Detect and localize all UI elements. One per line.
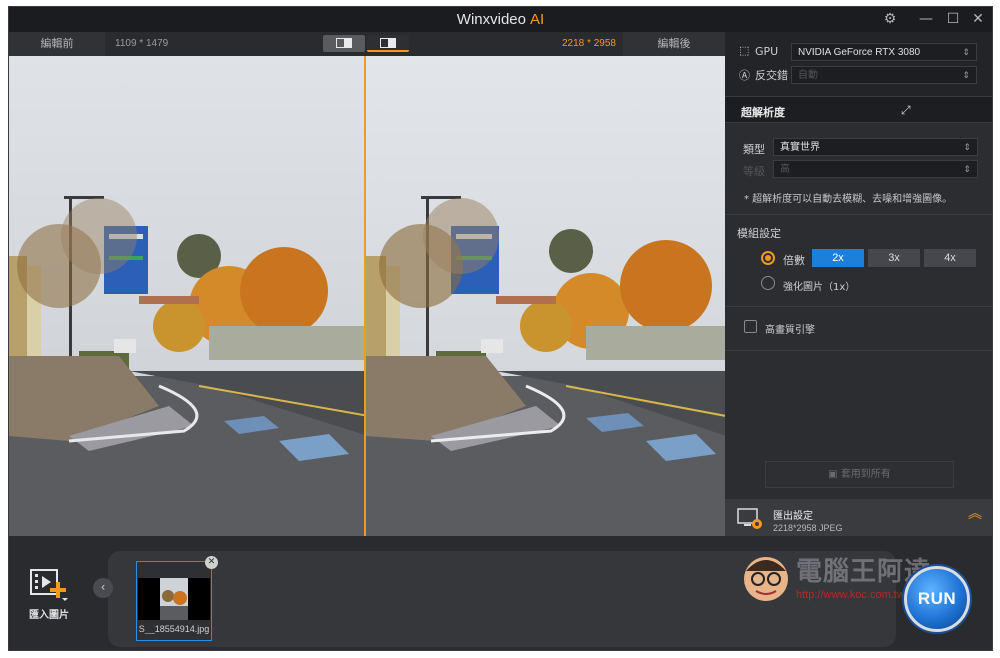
chevron-updown-icon: ⇕	[962, 47, 970, 57]
import-image-label: 匯入圖片	[29, 610, 69, 621]
double-chevron-up-icon[interactable]: ︽	[968, 507, 982, 521]
title-bar: Winxvideo AI ⚙ — ☐ ✕	[9, 7, 992, 32]
app-title-accent: AI	[530, 11, 545, 28]
type-select-value: 真實世界	[780, 142, 820, 153]
chevron-updown-icon: ⇕	[963, 164, 971, 174]
divider	[725, 214, 992, 215]
level-select-value: 高	[780, 164, 790, 175]
before-label: 編輯前	[9, 32, 105, 56]
gpu-select[interactable]: NVIDIA GeForce RTX 3080 ⇕	[791, 43, 977, 61]
apply-to-all-button[interactable]: ▣ 套用到所有	[765, 461, 954, 488]
minimize-icon[interactable]: —	[915, 10, 937, 28]
divider	[725, 306, 992, 307]
level-label: 等級	[743, 165, 765, 178]
resize-icon[interactable]: ⤢	[901, 103, 911, 118]
run-label: RUN	[917, 589, 957, 608]
thumbnail-scene	[138, 578, 210, 620]
scale-3x-button[interactable]: 3x	[868, 249, 920, 267]
chip-icon: ⬚	[739, 44, 750, 57]
enhance-label: 強化圖片（1x）	[783, 282, 856, 293]
gpu-section: ⬚ GPU NVIDIA GeForce RTX 3080 ⇕ Ⓐ 反交錯 自動…	[725, 32, 992, 96]
deinterlace-select-value: 自動	[798, 70, 818, 81]
thumbnail-filename: S__18554914.jpg	[138, 624, 210, 634]
before-resolution: 1109 * 1479	[115, 38, 169, 49]
split-view-button[interactable]	[323, 35, 365, 52]
import-image-button[interactable]: 匯入圖片	[21, 566, 77, 621]
scale-label: 倍數	[783, 254, 805, 267]
remove-thumbnail-icon[interactable]: ✕	[205, 556, 218, 569]
deinterlace-select[interactable]: 自動 ⇕	[791, 66, 977, 84]
hq-engine-label: 高畫質引擎	[765, 325, 815, 336]
preview-area	[9, 56, 725, 536]
deinterlace-icon: Ⓐ	[739, 69, 750, 82]
level-select[interactable]: 高 ⇕	[773, 160, 978, 178]
run-button[interactable]: RUN	[904, 566, 970, 632]
copy-icon: ▣	[828, 469, 841, 480]
hq-engine-checkbox[interactable]	[744, 320, 757, 333]
super-resolution-note: * 超解析度可以自動去模糊、去噪和增強圖像。	[744, 194, 953, 205]
chevron-left-icon[interactable]: ‹	[93, 578, 113, 598]
gear-icon[interactable]: ⚙	[879, 10, 901, 28]
type-label: 類型	[743, 143, 765, 156]
apply-to-all-label: 套用到所有	[840, 469, 891, 480]
export-settings-title: 匯出設定	[773, 511, 813, 522]
scale-4x-button[interactable]: 4x	[924, 249, 976, 267]
type-select[interactable]: 真實世界 ⇕	[773, 138, 978, 156]
watermark-url: http://www.koc.com.tw	[796, 589, 905, 601]
scale-2x-button[interactable]: 2x	[812, 249, 864, 267]
mascot-logo	[744, 557, 788, 601]
thumbnail-item[interactable]: S__18554914.jpg ✕	[136, 556, 218, 641]
thumbnail-image	[138, 578, 210, 620]
export-settings-icon	[737, 508, 762, 529]
compare-bar: 編輯前 1109 * 1479 2218 * 2958 編輯後	[9, 32, 725, 56]
app-title: Winxvideo AI	[9, 11, 992, 28]
scale-radio[interactable]	[761, 251, 775, 265]
super-resolution-header: 超解析度 ⤢	[725, 96, 992, 123]
close-icon[interactable]: ✕	[967, 10, 989, 28]
street-scene-before	[9, 56, 364, 536]
section-title: 超解析度	[741, 106, 785, 119]
app-title-text: Winxvideo	[456, 11, 526, 28]
split-view-icon	[336, 38, 352, 48]
after-resolution: 2218 * 2958	[562, 38, 616, 49]
after-image	[366, 56, 725, 536]
add-image-icon	[30, 569, 68, 601]
after-label: 編輯後	[623, 32, 725, 56]
enhance-radio[interactable]	[761, 276, 775, 290]
side-by-side-view-button[interactable]	[367, 35, 409, 52]
gpu-select-value: NVIDIA GeForce RTX 3080	[798, 47, 921, 58]
deinterlace-label: 反交錯	[755, 69, 788, 82]
gpu-label: GPU	[755, 45, 779, 58]
chevron-updown-icon: ⇕	[963, 142, 971, 152]
before-image	[9, 56, 364, 536]
side-by-side-icon	[380, 38, 396, 48]
divider	[725, 350, 992, 351]
model-settings-label: 模組設定	[737, 227, 781, 240]
street-scene-after	[366, 56, 725, 536]
export-settings-info: 2218*2958 JPEG	[773, 523, 843, 533]
maximize-icon[interactable]: ☐	[942, 10, 964, 28]
chevron-updown-icon: ⇕	[962, 70, 970, 80]
